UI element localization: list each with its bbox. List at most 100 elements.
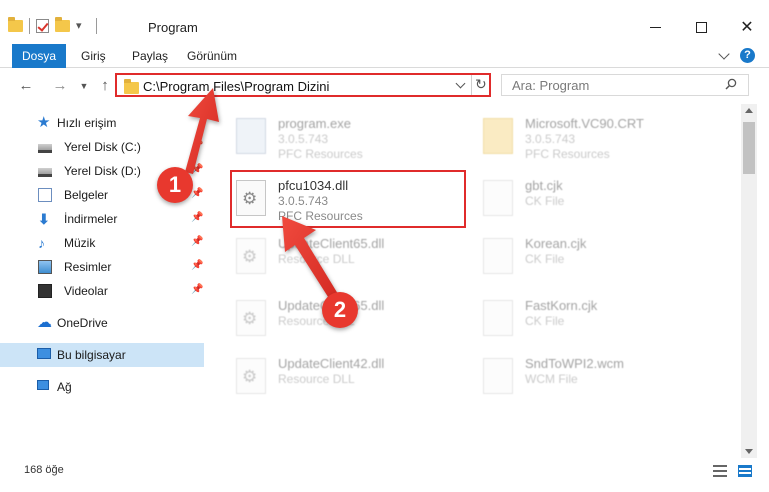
- scroll-down-icon[interactable]: [745, 449, 753, 454]
- file-item[interactable]: program.exe 3.0.5.743 PFC Resources: [210, 110, 450, 162]
- folder-icon[interactable]: [8, 17, 23, 32]
- close-button[interactable]: ✕: [724, 12, 769, 42]
- forward-button[interactable]: →: [50, 76, 70, 96]
- scroll-thumb[interactable]: [743, 122, 755, 174]
- tab-view[interactable]: Görünüm: [187, 44, 237, 68]
- close-icon: ✕: [740, 19, 754, 36]
- network-icon: [37, 380, 49, 390]
- search-box[interactable]: Ara: Program: [501, 74, 749, 96]
- sidebar-item-quick-access[interactable]: ★ Hızlı erişim: [0, 111, 204, 135]
- file-name: SndToWPI2.wcm: [525, 356, 624, 371]
- folder-icon: [483, 118, 513, 154]
- file-icon: [483, 358, 513, 394]
- file-version: 3.0.5.743: [278, 132, 329, 146]
- star-icon: ★: [37, 114, 51, 131]
- sidebar-item-local-disk-c[interactable]: Yerel Disk (C:) 📌: [0, 135, 204, 159]
- file-name: gbt.cjk: [525, 178, 563, 193]
- sidebar-item-pictures[interactable]: Resimler 📌: [0, 255, 204, 279]
- status-bar: 168 öğe: [0, 458, 769, 492]
- file-version: 3.0.5.743: [525, 132, 576, 146]
- address-path[interactable]: C:\Program Files\Program Dizini: [143, 79, 329, 94]
- sidebar-item-music[interactable]: ♪ Müzik 📌: [0, 231, 204, 255]
- title-bar: ▾ Program ✕: [0, 0, 769, 44]
- scroll-up-icon[interactable]: [745, 108, 753, 113]
- sidebar-item-this-pc[interactable]: Bu bilgisayar: [0, 343, 204, 367]
- pin-icon[interactable]: 📌: [191, 237, 203, 247]
- file-type: WCM File: [525, 372, 578, 386]
- tab-file[interactable]: Dosya: [12, 44, 66, 68]
- customize-toolbar-icon[interactable]: ▾: [76, 19, 90, 33]
- vertical-scrollbar[interactable]: [741, 104, 757, 458]
- file-name: UpdateClient65.dll: [278, 236, 385, 251]
- sidebar-item-label: Yerel Disk (D:): [64, 164, 141, 178]
- back-button[interactable]: ←: [16, 76, 36, 96]
- download-icon: ⬇: [38, 211, 50, 227]
- new-folder-icon[interactable]: [55, 17, 70, 32]
- file-type: CK File: [525, 314, 565, 328]
- search-icon[interactable]: [725, 78, 737, 90]
- refresh-icon[interactable]: ↻: [475, 77, 489, 91]
- file-highlight-box: [230, 170, 466, 228]
- file-item[interactable]: SndToWPI2.wcm WCM File: [457, 350, 697, 402]
- step-1-badge: 1: [157, 167, 193, 203]
- maximize-button[interactable]: [678, 12, 724, 42]
- sidebar-item-label: Ağ: [57, 380, 72, 394]
- sidebar-item-downloads[interactable]: ⬇ İndirmeler 📌: [0, 207, 204, 231]
- window-title: Program: [148, 20, 198, 35]
- pin-icon[interactable]: 📌: [191, 165, 203, 175]
- sidebar-item-network[interactable]: Ağ: [0, 375, 204, 399]
- pin-icon[interactable]: 📌: [191, 141, 203, 151]
- pin-icon[interactable]: 📌: [191, 261, 203, 271]
- file-type: Resource DLL: [278, 372, 355, 386]
- file-item[interactable]: UpdateClient42.dll Resource DLL: [210, 350, 450, 402]
- computer-icon: [37, 348, 51, 359]
- sidebar-item-label: Belgeler: [64, 188, 109, 202]
- sidebar-item-label: OneDrive: [57, 316, 108, 330]
- address-divider: [471, 75, 472, 95]
- file-name: Microsoft.VC90.CRT: [525, 116, 644, 131]
- drive-icon: [38, 144, 52, 153]
- documents-icon: [38, 188, 52, 202]
- pictures-icon: [38, 260, 52, 274]
- up-button[interactable]: ↑: [95, 76, 115, 96]
- tiles-view-icon[interactable]: [738, 465, 752, 477]
- help-icon[interactable]: ?: [740, 48, 755, 63]
- file-item[interactable]: gbt.cjk CK File: [457, 172, 697, 224]
- sidebar-item-onedrive[interactable]: ☁ OneDrive: [0, 311, 204, 335]
- tab-share[interactable]: Paylaş: [132, 44, 168, 68]
- step-2-badge: 2: [322, 292, 358, 328]
- pin-icon[interactable]: 📌: [191, 213, 203, 223]
- expand-ribbon-icon[interactable]: [718, 48, 730, 60]
- dll-file-icon: [236, 238, 266, 274]
- sidebar-item-label: Videolar: [64, 284, 108, 298]
- properties-icon[interactable]: [36, 19, 49, 33]
- pin-icon[interactable]: 📌: [191, 285, 203, 295]
- cloud-icon: ☁: [37, 314, 52, 331]
- chevron-down-icon[interactable]: [455, 78, 466, 89]
- tab-home[interactable]: Giriş: [81, 44, 106, 68]
- search-input[interactable]: Ara: Program: [512, 78, 589, 93]
- file-item[interactable]: Korean.cjk CK File: [457, 230, 697, 282]
- folder-icon: [124, 79, 139, 94]
- pin-icon[interactable]: 📌: [191, 189, 203, 199]
- file-item[interactable]: Microsoft.VC90.CRT 3.0.5.743 PFC Resourc…: [457, 110, 697, 162]
- file-item[interactable]: UpdateClient65.dll Resource DLL: [210, 230, 450, 282]
- ribbon-tabs: Dosya Giriş Paylaş Görünüm ?: [0, 44, 769, 68]
- minimize-button[interactable]: [632, 12, 678, 42]
- sidebar-item-videos[interactable]: Videolar 📌: [0, 279, 204, 303]
- address-bar[interactable]: C:\Program Files\Program Dizini ↻: [115, 73, 491, 97]
- title-separator: [96, 18, 97, 34]
- toolbar-separator: [29, 18, 30, 34]
- sidebar-item-label: Bu bilgisayar: [57, 348, 126, 362]
- quick-access-toolbar: ▾: [8, 17, 97, 34]
- recent-locations-button[interactable]: ▼: [74, 76, 94, 96]
- sidebar-item-label: İndirmeler: [64, 212, 118, 226]
- music-icon: ♪: [38, 235, 45, 251]
- details-view-icon[interactable]: [713, 465, 727, 477]
- file-item[interactable]: FastKorn.cjk CK File: [457, 292, 697, 344]
- file-icon: [483, 238, 513, 274]
- file-list: program.exe 3.0.5.743 PFC Resources Micr…: [210, 104, 741, 458]
- sidebar-item-label: Resimler: [64, 260, 112, 274]
- exe-file-icon: [236, 118, 266, 154]
- file-name: FastKorn.cjk: [525, 298, 598, 313]
